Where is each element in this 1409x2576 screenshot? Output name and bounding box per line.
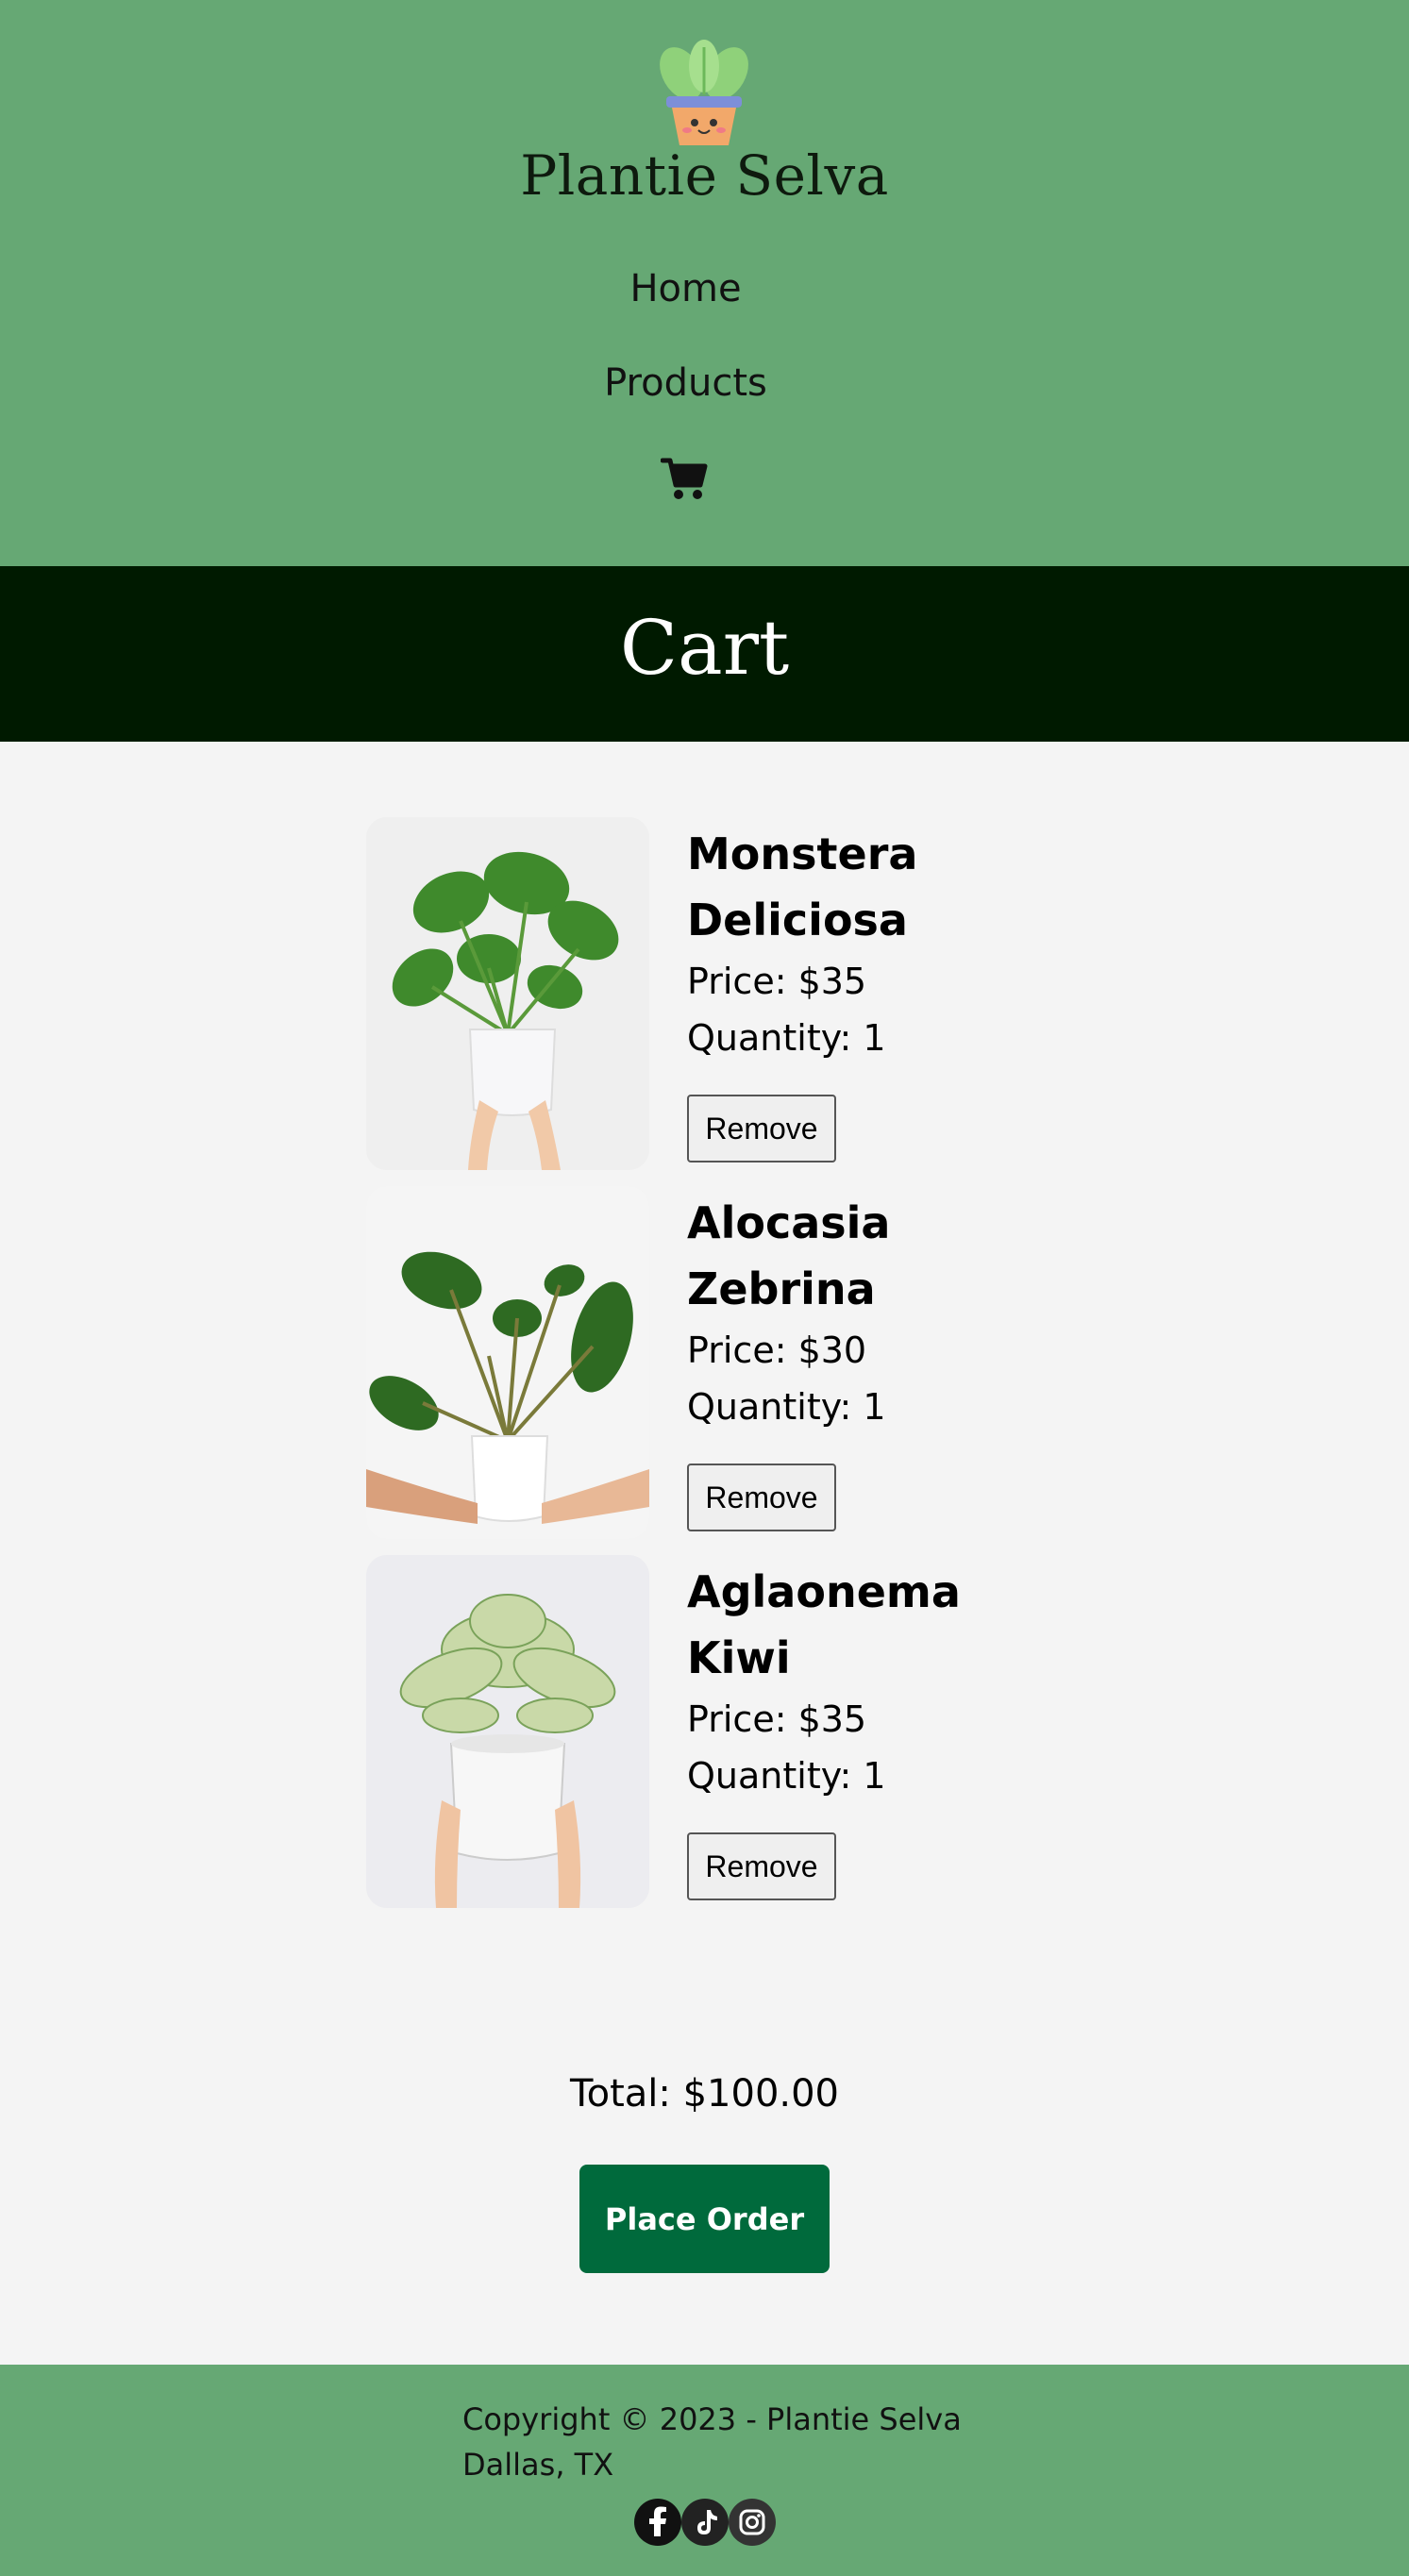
cart-item: Aglaonema Kiwi Price: $35 Quantity: 1 Re… xyxy=(366,1555,1027,1908)
item-quantity: Quantity: 1 xyxy=(687,1017,886,1059)
item-name: Alocasia Zebrina xyxy=(687,1197,891,1314)
remove-button[interactable]: Remove xyxy=(687,1464,836,1531)
item-name: Monstera Deliciosa xyxy=(687,828,918,945)
item-price: Price: $35 xyxy=(687,961,867,1002)
item-name: Aglaonema Kiwi xyxy=(687,1566,961,1683)
nav-home-link[interactable]: Home xyxy=(0,267,1371,310)
cart-total: Total: $100.00 xyxy=(569,2072,840,2116)
item-price: Price: $35 xyxy=(687,1698,867,1740)
remove-button[interactable]: Remove xyxy=(687,1832,836,1900)
cart-item: Monstera Deliciosa Price: $35 Quantity: … xyxy=(366,817,1027,1170)
cart-item: Alocasia Zebrina Price: $30 Quantity: 1 … xyxy=(366,1186,1027,1539)
footer-copyright: Copyright © 2023 - Plantie Selva xyxy=(462,2401,962,2437)
item-price: Price: $30 xyxy=(687,1330,867,1371)
footer-location: Dallas, TX xyxy=(462,2447,614,2483)
facebook-icon[interactable] xyxy=(634,2499,681,2546)
page-title: Cart xyxy=(619,604,790,692)
item-quantity: Quantity: 1 xyxy=(687,1386,886,1428)
tiktok-icon[interactable] xyxy=(681,2499,729,2546)
nav-products-link[interactable]: Products xyxy=(0,361,1371,405)
alocasia-plant-image xyxy=(366,1186,649,1539)
aglaonema-plant-image xyxy=(366,1555,649,1908)
item-quantity: Quantity: 1 xyxy=(687,1755,886,1797)
plant-pot-logo-icon[interactable] xyxy=(653,40,755,145)
site-brand-name[interactable]: Plantie Selva xyxy=(0,143,1409,208)
place-order-button[interactable]: Place Order xyxy=(579,2165,830,2273)
cart-icon[interactable] xyxy=(661,457,708,500)
remove-button[interactable]: Remove xyxy=(687,1095,836,1163)
monstera-plant-image xyxy=(366,817,649,1170)
instagram-icon[interactable] xyxy=(729,2499,776,2546)
